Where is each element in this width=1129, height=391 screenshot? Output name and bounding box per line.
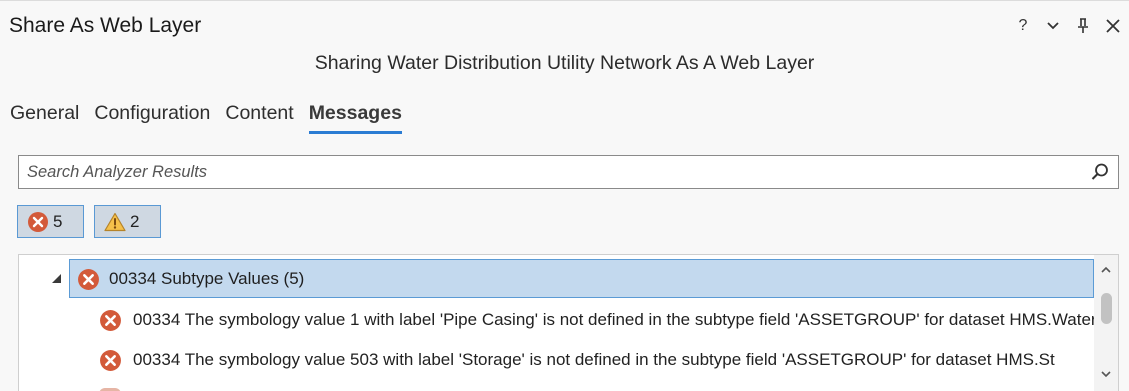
close-button[interactable]	[1103, 14, 1123, 38]
result-message-row[interactable]: 00334 The symbology value 1 with label '…	[99, 301, 1099, 339]
options-menu-button[interactable]	[1043, 14, 1063, 38]
tab-content[interactable]: Content	[225, 102, 293, 134]
tab-configuration[interactable]: Configuration	[94, 102, 210, 134]
message-filters: 5 2	[17, 205, 161, 238]
result-message-text: 00334 The symbology value 1 with label '…	[133, 310, 1097, 329]
pane-subtitle: Sharing Water Distribution Utility Netwo…	[314, 52, 815, 74]
expand-triangle-icon[interactable]	[50, 272, 62, 284]
result-group-selected[interactable]: 00334 Subtype Values (5)	[69, 259, 1094, 298]
scroll-down-arrow-icon[interactable]	[1100, 369, 1112, 379]
pin-button[interactable]	[1073, 14, 1093, 38]
result-group-row[interactable]: 00334 Subtype Values (5)	[19, 259, 1095, 298]
vertical-scrollbar[interactable]	[1094, 255, 1118, 391]
error-icon	[100, 350, 121, 371]
help-button[interactable]: ?	[1013, 14, 1033, 38]
error-icon	[78, 269, 99, 290]
result-message-text: 00334 The symbology value 503 with label…	[133, 350, 1055, 369]
search-icon[interactable]	[1090, 162, 1110, 182]
errors-count: 5	[53, 211, 63, 231]
pane-title: Share As Web Layer	[9, 14, 202, 37]
tab-general[interactable]: General	[10, 102, 79, 134]
close-icon	[1106, 19, 1120, 33]
chevron-down-icon	[1047, 22, 1059, 30]
tab-strip: General Configuration Content Messages	[10, 102, 402, 134]
result-message-row[interactable]: 00334 The symbology value 503 with label…	[99, 341, 1099, 379]
result-group-label: 00334 Subtype Values (5)	[109, 269, 305, 288]
errors-filter-button[interactable]: 5	[17, 205, 84, 238]
scrollbar-thumb[interactable]	[1101, 293, 1112, 324]
analyzer-results-list: 00334 Subtype Values (5) 00334 The symbo…	[18, 254, 1119, 391]
warnings-filter-button[interactable]: 2	[94, 205, 161, 238]
error-icon	[28, 211, 48, 232]
tab-messages[interactable]: Messages	[308, 102, 402, 134]
search-input[interactable]	[27, 161, 1077, 183]
error-icon	[100, 310, 121, 331]
search-box	[18, 155, 1119, 189]
warning-icon	[104, 212, 126, 231]
pin-icon	[1078, 18, 1088, 33]
share-as-web-layer-pane: Share As Web Layer ? Sharing Water Distr…	[0, 0, 1129, 391]
warnings-count: 2	[130, 211, 140, 231]
scroll-up-arrow-icon[interactable]	[1100, 265, 1112, 275]
pane-titlebar: Share As Web Layer ?	[0, 1, 1129, 49]
window-controls: ?	[1013, 14, 1123, 38]
